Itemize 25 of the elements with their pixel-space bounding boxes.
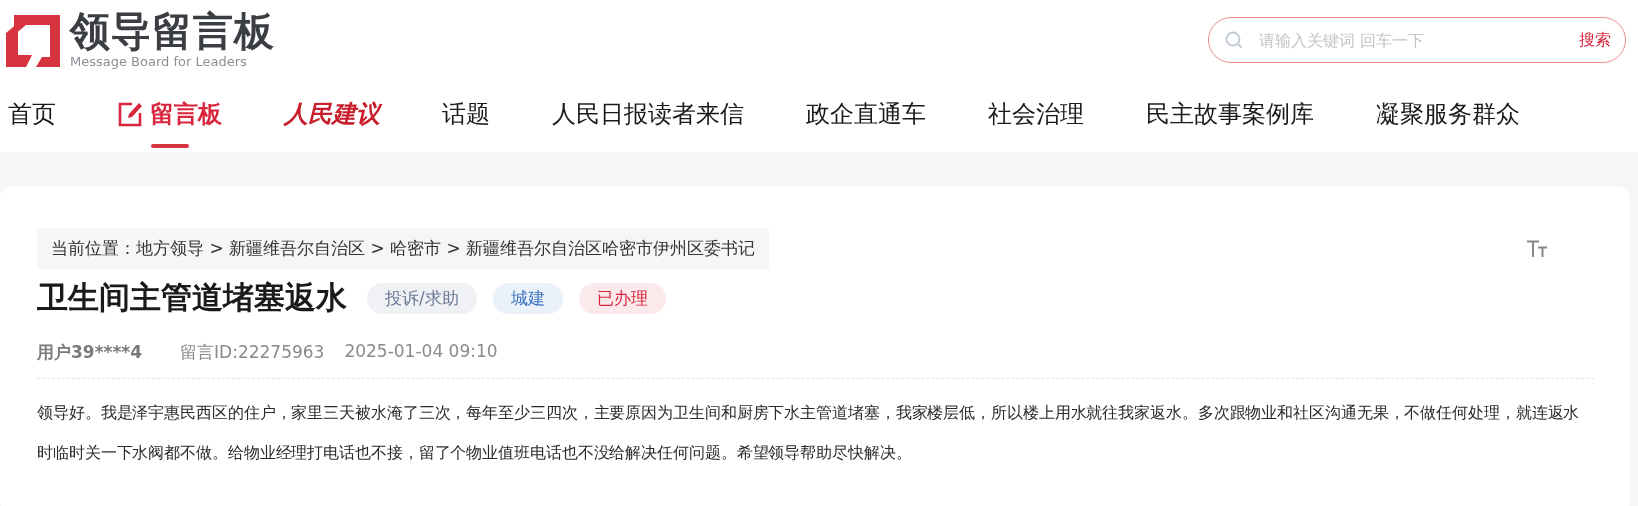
nav-tab[interactable]: 民主故事案例库: [1146, 94, 1314, 134]
nav-tab[interactable]: 人民日报读者来信: [552, 94, 744, 134]
message-time: 2025-01-04 09:10: [344, 341, 498, 363]
logo-title: 领导留言板: [70, 11, 275, 51]
logo-icon: [6, 13, 60, 67]
category-tag: 城建: [492, 282, 563, 314]
message-title: 卫生间主管道堵塞返水: [37, 278, 347, 317]
nav-tab[interactable]: 留言板: [118, 94, 222, 148]
category-tag: 已办理: [578, 282, 666, 314]
category-tag: 投诉/求助: [367, 282, 477, 314]
user-name: 用户39****4: [37, 341, 143, 364]
logo-subtitle: Message Board for Leaders: [70, 54, 248, 69]
nav-tab[interactable]: 话题: [442, 94, 490, 134]
search-icon: [1225, 31, 1243, 49]
font-size-icon[interactable]: [1526, 240, 1548, 258]
active-indicator: [151, 144, 189, 148]
breadcrumb: 当前位置：地方领导 > 新疆维吾尔自治区 > 哈密市 > 新疆维吾尔自治区哈密市伊州区委书记: [37, 228, 770, 269]
nav-tab[interactable]: 首页: [8, 94, 56, 134]
nav-tab[interactable]: 社会治理: [988, 94, 1084, 134]
nav-tab[interactable]: 凝聚服务群众: [1376, 94, 1520, 134]
edit-icon: [118, 101, 144, 127]
message-body: 领导好。我是泽宇惠民西区的住户，家里三天被水淹了三次，每年至少三四次，主要原因为卫生间和厨房下水主管道堵塞，我家楼层低，所以楼上用水就往我家返水。多次跟物业和社区沟通无果，不做任何处理，就连返水时临时关一下水阀都不做。给物业经理打电话也不接，留了个物业值班电话也不没给解决任何问题。希望领导帮助尽快解决。: [37, 402, 1581, 464]
message-id: 留言ID:22275963: [180, 341, 325, 364]
search-button[interactable]: 搜索: [1579, 29, 1611, 51]
nav-tab[interactable]: 政企直通车: [806, 94, 926, 134]
